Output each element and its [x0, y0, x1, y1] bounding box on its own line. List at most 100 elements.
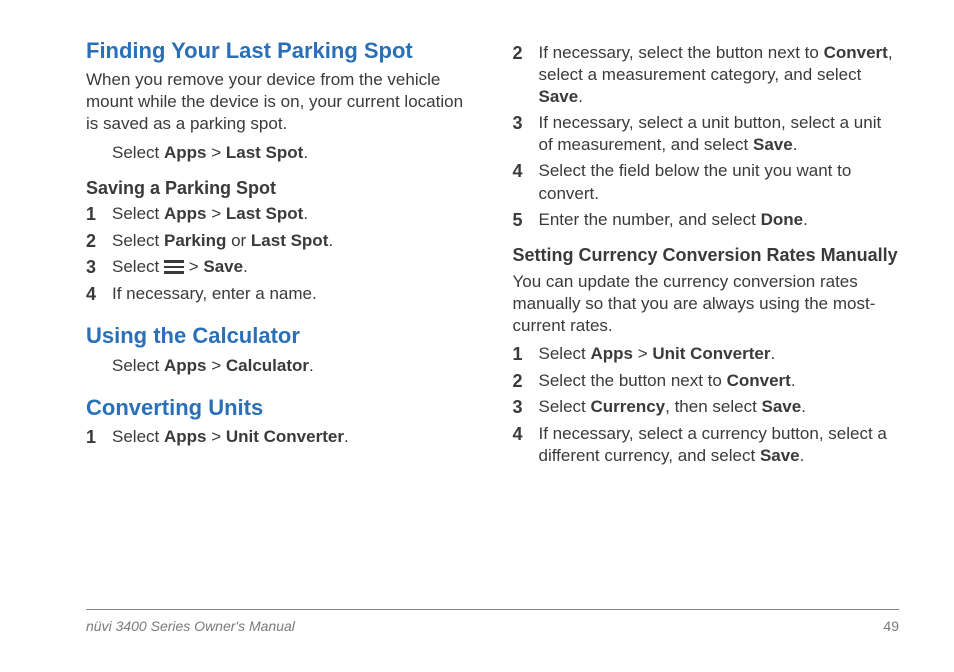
label-last-spot: Last Spot	[226, 143, 303, 162]
text-bold: Save	[753, 135, 793, 154]
step-number: 1	[513, 343, 539, 366]
step-text: If necessary, select a currency button, …	[539, 423, 900, 467]
step-number: 2	[513, 42, 539, 65]
heading-calculator: Using the Calculator	[86, 323, 473, 348]
text: .	[801, 397, 806, 416]
text: .	[328, 231, 333, 250]
text-bold: Save	[762, 397, 802, 416]
save-step: 2 Select Parking or Last Spot.	[86, 230, 473, 253]
text-bold: Save	[203, 257, 243, 276]
text-bold: Apps	[590, 344, 633, 363]
page-footer: nüvi 3400 Series Owner's Manual 49	[86, 609, 899, 634]
text: >	[206, 143, 225, 162]
text: .	[800, 446, 805, 465]
heading-converting-units: Converting Units	[86, 395, 473, 420]
text-bold: Unit Converter	[652, 344, 770, 363]
step-text: Select Apps > Unit Converter.	[539, 343, 900, 365]
text: Enter the number, and select	[539, 210, 761, 229]
footer-title: nüvi 3400 Series Owner's Manual	[86, 618, 295, 634]
step-text: Select Parking or Last Spot.	[112, 230, 473, 252]
step-number: 2	[86, 230, 112, 253]
page-number: 49	[883, 618, 899, 634]
currency-step: 2 Select the button next to Convert.	[513, 370, 900, 393]
step-text: Select the button next to Convert.	[539, 370, 900, 392]
text-bold: Currency	[590, 397, 665, 416]
text: , then select	[665, 397, 761, 416]
text: Select	[539, 397, 591, 416]
save-step: 1 Select Apps > Last Spot.	[86, 203, 473, 226]
right-column: 2 If necessary, select the button next t…	[513, 38, 900, 471]
parking-select-line: Select Apps > Last Spot.	[86, 142, 473, 164]
text: .	[793, 135, 798, 154]
text-bold: Save	[539, 87, 579, 106]
text-bold: Convert	[727, 371, 791, 390]
text: >	[206, 356, 225, 375]
currency-step: 3 Select Currency, then select Save.	[513, 396, 900, 419]
cont-step: 2 If necessary, select the button next t…	[513, 42, 900, 108]
text: .	[791, 371, 796, 390]
text: .	[303, 143, 308, 162]
text: Select	[112, 427, 164, 446]
text: Select	[112, 257, 164, 276]
page-body: Finding Your Last Parking Spot When you …	[0, 0, 954, 471]
step-text: If necessary, enter a name.	[112, 283, 473, 305]
cont-step: 4 Select the field below the unit you wa…	[513, 160, 900, 204]
step-text: Select the field below the unit you want…	[539, 160, 900, 204]
save-step: 4 If necessary, enter a name.	[86, 283, 473, 306]
text: >	[206, 427, 225, 446]
text: Select the button next to	[539, 371, 727, 390]
text: .	[803, 210, 808, 229]
cont-step: 3 If necessary, select a unit button, se…	[513, 112, 900, 156]
step-number: 3	[513, 112, 539, 135]
step-number: 4	[513, 423, 539, 446]
step-number: 4	[86, 283, 112, 306]
text-bold: Calculator	[226, 356, 309, 375]
text: >	[206, 204, 225, 223]
save-step: 3 Select > Save.	[86, 256, 473, 279]
text: .	[309, 356, 314, 375]
step-number: 2	[513, 370, 539, 393]
step-number: 3	[86, 256, 112, 279]
step-text: If necessary, select the button next to …	[539, 42, 900, 108]
text: .	[578, 87, 583, 106]
currency-step: 1 Select Apps > Unit Converter.	[513, 343, 900, 366]
step-number: 1	[86, 203, 112, 226]
text: or	[226, 231, 251, 250]
text: .	[243, 257, 248, 276]
step-number: 1	[86, 426, 112, 449]
text: .	[770, 344, 775, 363]
text: .	[344, 427, 349, 446]
parking-intro: When you remove your device from the veh…	[86, 69, 473, 135]
step-text: If necessary, select a unit button, sele…	[539, 112, 900, 156]
text: Select	[112, 356, 164, 375]
left-column: Finding Your Last Parking Spot When you …	[86, 38, 473, 471]
text-bold: Parking	[164, 231, 226, 250]
text: Select	[112, 204, 164, 223]
text-bold: Apps	[164, 356, 207, 375]
label-apps: Apps	[164, 143, 207, 162]
cont-step: 5 Enter the number, and select Done.	[513, 209, 900, 232]
heading-parking: Finding Your Last Parking Spot	[86, 38, 473, 63]
text: >	[633, 344, 652, 363]
step-number: 5	[513, 209, 539, 232]
text: If necessary, select a currency button, …	[539, 424, 887, 465]
text-bold: Unit Converter	[226, 427, 344, 446]
text-bold: Apps	[164, 204, 207, 223]
text: Select	[539, 344, 591, 363]
step-text: Select Apps > Last Spot.	[112, 203, 473, 225]
step-text: Select > Save.	[112, 256, 473, 278]
text: Select	[112, 143, 164, 162]
text-bold: Save	[760, 446, 800, 465]
step-number: 4	[513, 160, 539, 183]
text: If necessary, select a unit button, sele…	[539, 113, 882, 154]
menu-icon	[164, 260, 184, 274]
text-bold: Done	[761, 210, 804, 229]
text: If necessary, select the button next to	[539, 43, 824, 62]
step-text: Enter the number, and select Done.	[539, 209, 900, 231]
text-bold: Convert	[824, 43, 888, 62]
step-number: 3	[513, 396, 539, 419]
heading-currency: Setting Currency Conversion Rates Manual…	[513, 245, 900, 267]
currency-step: 4 If necessary, select a currency button…	[513, 423, 900, 467]
step-text: Select Currency, then select Save.	[539, 396, 900, 418]
text-bold: Apps	[164, 427, 207, 446]
